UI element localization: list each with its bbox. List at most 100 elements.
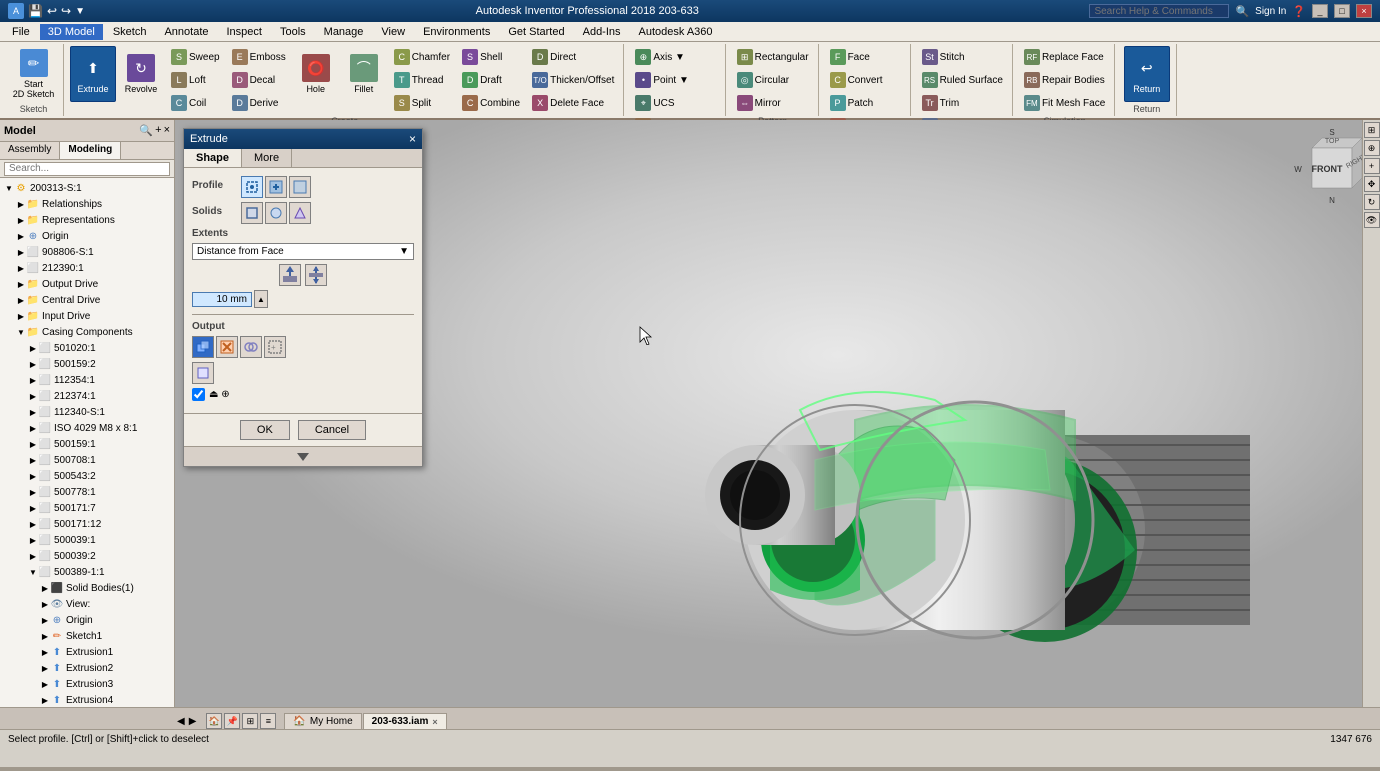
- chamfer-button[interactable]: C Chamfer: [389, 46, 455, 68]
- panel-tab-modeling[interactable]: Modeling: [60, 142, 121, 159]
- minimize-button[interactable]: _: [1312, 4, 1328, 18]
- doc-tab-myhome[interactable]: 🏠 My Home: [284, 713, 361, 729]
- menu-3dmodel[interactable]: 3D Model: [40, 24, 103, 40]
- tree-item-212390[interactable]: ▶⬜212390:1: [0, 260, 174, 276]
- tab-nav-left[interactable]: ◀: [175, 714, 187, 729]
- direction-symmetric-btn[interactable]: [305, 264, 327, 286]
- derive-button[interactable]: D Derive: [227, 92, 291, 114]
- dialog-tab-shape[interactable]: Shape: [184, 149, 242, 167]
- view-btn[interactable]: 👁: [1364, 212, 1380, 228]
- quick-access-save[interactable]: 💾: [28, 4, 43, 18]
- deleteface-button[interactable]: X Delete Face: [527, 92, 619, 114]
- direction-positive-btn[interactable]: [279, 264, 301, 286]
- dialog-tab-more[interactable]: More: [242, 149, 292, 167]
- tree-item-500159_2[interactable]: ▶⬜500159:2: [0, 356, 174, 372]
- mirror-button[interactable]: ⇔ Mirror: [732, 92, 786, 114]
- hole-button[interactable]: ⭕ Hole: [293, 46, 339, 102]
- search-icon[interactable]: 🔍: [1235, 5, 1249, 18]
- point-button[interactable]: • Point ▼: [630, 69, 693, 91]
- tree-item-500389[interactable]: ▼⬜500389-1:1: [0, 564, 174, 580]
- fullscreen-btn[interactable]: ⊞: [1364, 122, 1380, 138]
- axis-button[interactable]: ⊕ Axis ▼: [630, 46, 690, 68]
- start-2d-sketch-button[interactable]: ✏ Start2D Sketch: [11, 46, 57, 102]
- tree-item-root[interactable]: ▼⚙200313-S:1: [0, 180, 174, 196]
- extents-dropdown[interactable]: Distance from Face ▼: [192, 243, 414, 260]
- maximize-button[interactable]: □: [1334, 4, 1350, 18]
- zoom-fit-btn[interactable]: ⊕: [1364, 140, 1380, 156]
- output-intersect-btn[interactable]: [240, 336, 262, 358]
- return-button[interactable]: ↩ Return: [1124, 46, 1170, 102]
- output-cut-btn[interactable]: [216, 336, 238, 358]
- tree-item-501020[interactable]: ▶⬜501020:1: [0, 340, 174, 356]
- tree-item-500159_1[interactable]: ▶⬜500159:1: [0, 436, 174, 452]
- output-alt-btn[interactable]: [192, 362, 214, 384]
- tree-item-casing[interactable]: ▼📁Casing Components: [0, 324, 174, 340]
- tree-item-origin2[interactable]: ▶⊕Origin: [0, 612, 174, 628]
- viewport[interactable]: X Y Z Extrude × Shape More Profile: [175, 120, 1380, 707]
- tree-item-representations[interactable]: ▶📁Representations: [0, 212, 174, 228]
- output-newsolid-btn[interactable]: +: [264, 336, 286, 358]
- tree-item-view[interactable]: ▶👁View:: [0, 596, 174, 612]
- circular-button[interactable]: ◎ Circular: [732, 69, 794, 91]
- tree-item-500171_7[interactable]: ▶⬜500171:7: [0, 500, 174, 516]
- panel-search-icon[interactable]: 🔍: [139, 124, 153, 137]
- quick-access-more[interactable]: ▼: [75, 6, 85, 17]
- menu-addins[interactable]: Add-Ins: [575, 24, 629, 40]
- dialog-title[interactable]: Extrude ×: [184, 129, 422, 149]
- panel-tab-assembly[interactable]: Assembly: [0, 142, 60, 159]
- menu-getstarted[interactable]: Get Started: [500, 24, 572, 40]
- dialog-close-button[interactable]: ×: [409, 132, 416, 146]
- direct-button[interactable]: D Direct: [527, 46, 619, 68]
- panel-search-input[interactable]: [4, 162, 170, 176]
- tree-item-input[interactable]: ▶📁Input Drive: [0, 308, 174, 324]
- rectangular-button[interactable]: ⊞ Rectangular: [732, 46, 814, 68]
- menu-tools[interactable]: Tools: [272, 24, 314, 40]
- tree-item-output[interactable]: ▶📁Output Drive: [0, 276, 174, 292]
- dialog-ok-button[interactable]: OK: [240, 420, 290, 440]
- repairbodies-button[interactable]: RB Repair Bodies: [1019, 69, 1110, 91]
- doc-tab-model[interactable]: 203-633.iam ×: [363, 713, 447, 729]
- menu-annotate[interactable]: Annotate: [156, 24, 216, 40]
- tree-item-908806[interactable]: ▶⬜908806-S:1: [0, 244, 174, 260]
- tree-item-112354[interactable]: ▶⬜112354:1: [0, 372, 174, 388]
- ucs-button[interactable]: ⌖ UCS: [630, 92, 679, 114]
- output-join-btn[interactable]: [192, 336, 214, 358]
- fillet-button[interactable]: ⌒ Fillet: [341, 46, 387, 102]
- tree-item-112340[interactable]: ▶⬜112340-S:1: [0, 404, 174, 420]
- home-icon-bar[interactable]: 🏠: [206, 713, 222, 729]
- tree-item-extrusion2[interactable]: ▶⬆Extrusion2: [0, 660, 174, 676]
- extrude-button[interactable]: ⬆ Extrude: [70, 46, 116, 102]
- stitch-button[interactable]: St Stitch: [917, 46, 970, 68]
- close-button[interactable]: ×: [1356, 4, 1372, 18]
- tree-item-origin[interactable]: ▶⊕Origin: [0, 228, 174, 244]
- tree-item-central[interactable]: ▶📁Central Drive: [0, 292, 174, 308]
- zoom-btn[interactable]: +: [1364, 158, 1380, 174]
- combine-button[interactable]: C Combine: [457, 92, 525, 114]
- tree-item-500171_12[interactable]: ▶⬜500171:12: [0, 516, 174, 532]
- tab-nav-right[interactable]: ▶: [187, 714, 199, 729]
- menu-view[interactable]: View: [373, 24, 413, 40]
- help-button[interactable]: ❓: [1292, 5, 1306, 18]
- profile-option-btn[interactable]: [265, 176, 287, 198]
- menu-manage[interactable]: Manage: [316, 24, 372, 40]
- model-tab-close[interactable]: ×: [432, 717, 437, 727]
- tree-item-500039_2[interactable]: ▶⬜500039:2: [0, 548, 174, 564]
- sweep-button[interactable]: S Sweep: [166, 46, 225, 68]
- dialog-cancel-button[interactable]: Cancel: [298, 420, 366, 440]
- trim-button[interactable]: Tr Trim: [917, 92, 965, 114]
- tree-item-500778[interactable]: ▶⬜500778:1: [0, 484, 174, 500]
- draft-button[interactable]: D Draft: [457, 69, 525, 91]
- signin-button[interactable]: Sign In: [1255, 6, 1286, 17]
- pin-icon-bar[interactable]: 📌: [224, 713, 240, 729]
- tree-item-relationships[interactable]: ▶📁Relationships: [0, 196, 174, 212]
- convert-button[interactable]: C Convert: [825, 69, 888, 91]
- solids-option2-btn[interactable]: [289, 202, 311, 224]
- solids-select-btn[interactable]: [241, 202, 263, 224]
- list-icon-bar[interactable]: ≡: [260, 713, 276, 729]
- ruledsurf-button[interactable]: RS Ruled Surface: [917, 69, 1008, 91]
- tree-item-500543[interactable]: ▶⬜500543:2: [0, 468, 174, 484]
- emboss-button[interactable]: E Emboss: [227, 46, 291, 68]
- split-button[interactable]: S Split: [389, 92, 455, 114]
- tree-item-iso4029[interactable]: ▶⬜ISO 4029 M8 x 8:1: [0, 420, 174, 436]
- menu-sketch[interactable]: Sketch: [105, 24, 155, 40]
